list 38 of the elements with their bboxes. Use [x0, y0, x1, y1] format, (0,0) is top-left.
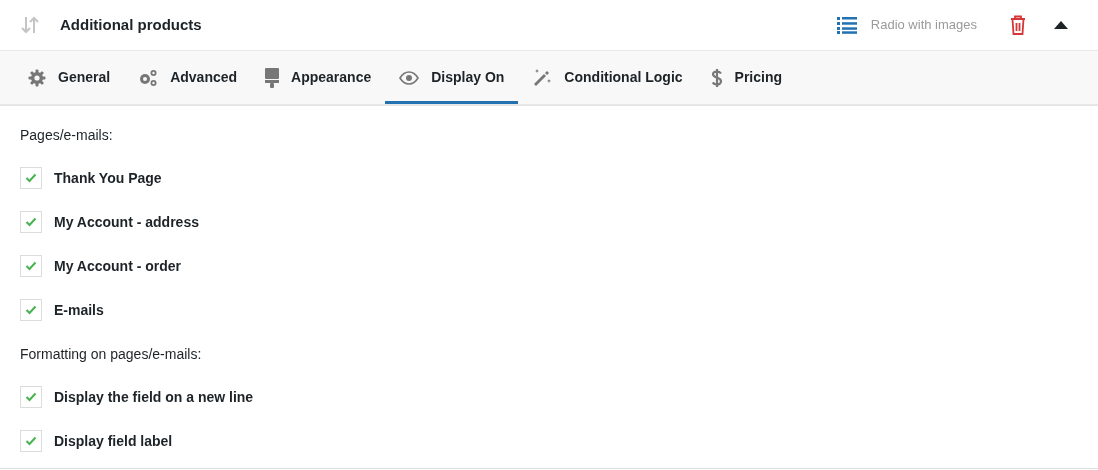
checkmark-icon [25, 436, 37, 446]
option-label: Thank You Page [54, 168, 162, 188]
tab[interactable]: Pricing [696, 51, 797, 104]
tab[interactable]: Display On [385, 51, 519, 104]
paint-brush-icon [265, 67, 280, 88]
checkbox[interactable] [20, 167, 42, 189]
tab[interactable]: Conditional Logic [518, 51, 697, 104]
option-label: Display the field on a new line [54, 387, 254, 407]
checkbox[interactable] [20, 386, 42, 408]
checkbox[interactable] [20, 430, 42, 452]
field-type-label: Radio with images [870, 16, 977, 35]
option-label: My Account - order [54, 256, 182, 276]
checkmark-icon [25, 261, 37, 271]
eye-icon [399, 70, 420, 85]
section-heading: Formatting on pages/e-mails: [20, 345, 202, 364]
checkbox[interactable] [20, 211, 42, 233]
gear-icon [28, 68, 46, 87]
checkbox[interactable] [20, 255, 42, 277]
checkbox[interactable] [20, 299, 42, 321]
trash-icon[interactable] [1010, 15, 1026, 35]
checkmark-icon [25, 305, 37, 315]
checkmark-icon [25, 217, 37, 227]
gears-icon [138, 68, 159, 87]
tab[interactable]: Advanced [124, 51, 252, 104]
collapse-caret-icon[interactable] [1054, 21, 1068, 29]
list-icon [836, 16, 857, 34]
magic-wand-icon [532, 67, 553, 88]
sort-icon[interactable] [20, 15, 40, 35]
section-heading: Pages/e-mails: [20, 126, 113, 145]
option-label: My Account - address [54, 212, 199, 232]
option-label: E-mails [54, 300, 104, 320]
checkmark-icon [25, 392, 37, 402]
dollar-icon [710, 67, 723, 88]
option-label: Display field label [54, 431, 173, 451]
tab[interactable]: Appearance [251, 51, 386, 104]
field-title: Additional products [60, 14, 202, 35]
tab[interactable]: General [14, 51, 125, 104]
checkmark-icon [25, 173, 37, 183]
